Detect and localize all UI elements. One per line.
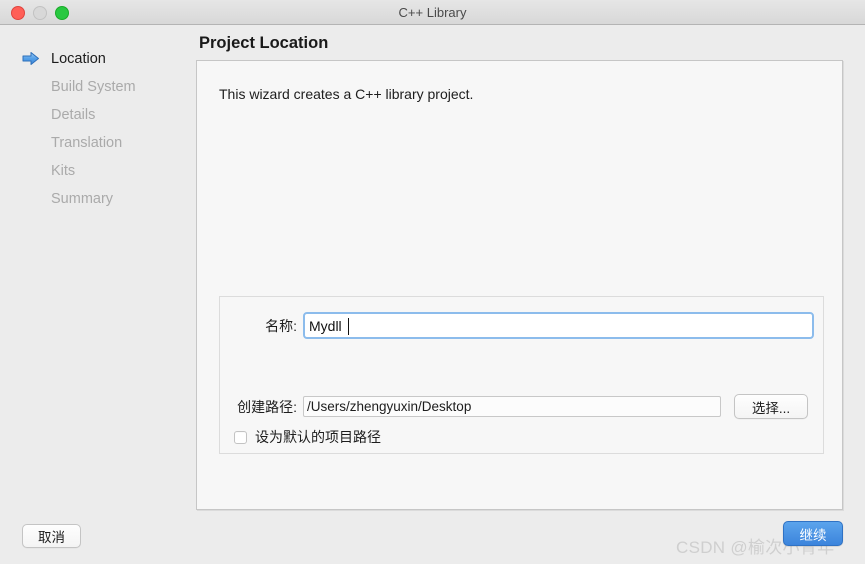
continue-button[interactable]: 继续 bbox=[783, 521, 843, 546]
wizard-steps-sidebar: Location Build System Details Translatio… bbox=[0, 25, 196, 564]
name-label: 名称: bbox=[265, 317, 297, 334]
name-input[interactable] bbox=[305, 314, 812, 337]
main-content-panel: This wizard creates a C++ library projec… bbox=[196, 60, 843, 510]
default-path-checkbox[interactable] bbox=[234, 430, 247, 444]
sidebar-item-translation[interactable]: Translation bbox=[24, 132, 122, 154]
default-path-checkbox-row[interactable]: 设为默认的项目路径 bbox=[234, 427, 381, 447]
sidebar-item-label: Kits bbox=[51, 163, 76, 179]
default-path-checkbox-label: 设为默认的项目路径 bbox=[255, 429, 381, 445]
blue-arrow-icon bbox=[22, 51, 40, 66]
sidebar-item-label: Translation bbox=[51, 135, 123, 151]
path-row: 创建路径: 选择... bbox=[220, 394, 825, 419]
sidebar-item-label: Location bbox=[51, 51, 106, 67]
sidebar-item-summary[interactable]: Summary bbox=[24, 188, 113, 210]
page-title: Project Location bbox=[199, 34, 329, 52]
sidebar-item-label: Build System bbox=[51, 79, 136, 95]
sidebar-item-details[interactable]: Details bbox=[24, 104, 95, 126]
text-caret-icon bbox=[348, 318, 349, 335]
path-label: 创建路径: bbox=[237, 398, 297, 415]
location-group-box: 名称: 创建路径: 选择... 设为默认的项目路径 bbox=[219, 296, 824, 454]
path-input[interactable] bbox=[303, 396, 721, 417]
wizard-description: This wizard creates a C++ library projec… bbox=[219, 86, 474, 102]
title-bar: C++ Library bbox=[0, 0, 865, 25]
cancel-button[interactable]: 取消 bbox=[22, 524, 81, 548]
sidebar-item-location[interactable]: Location bbox=[22, 48, 106, 70]
sidebar-item-build-system[interactable]: Build System bbox=[24, 76, 136, 98]
sidebar-item-label: Summary bbox=[51, 191, 114, 207]
name-row: 名称: bbox=[220, 312, 825, 339]
name-input-wrapper[interactable] bbox=[303, 312, 814, 339]
window-title: C++ Library bbox=[398, 5, 467, 20]
wizard-window: C++ Library Location Build System Detail… bbox=[0, 0, 865, 564]
sidebar-item-kits[interactable]: Kits bbox=[24, 160, 75, 182]
choose-path-button[interactable]: 选择... bbox=[734, 394, 808, 419]
sidebar-item-label: Details bbox=[51, 107, 96, 123]
